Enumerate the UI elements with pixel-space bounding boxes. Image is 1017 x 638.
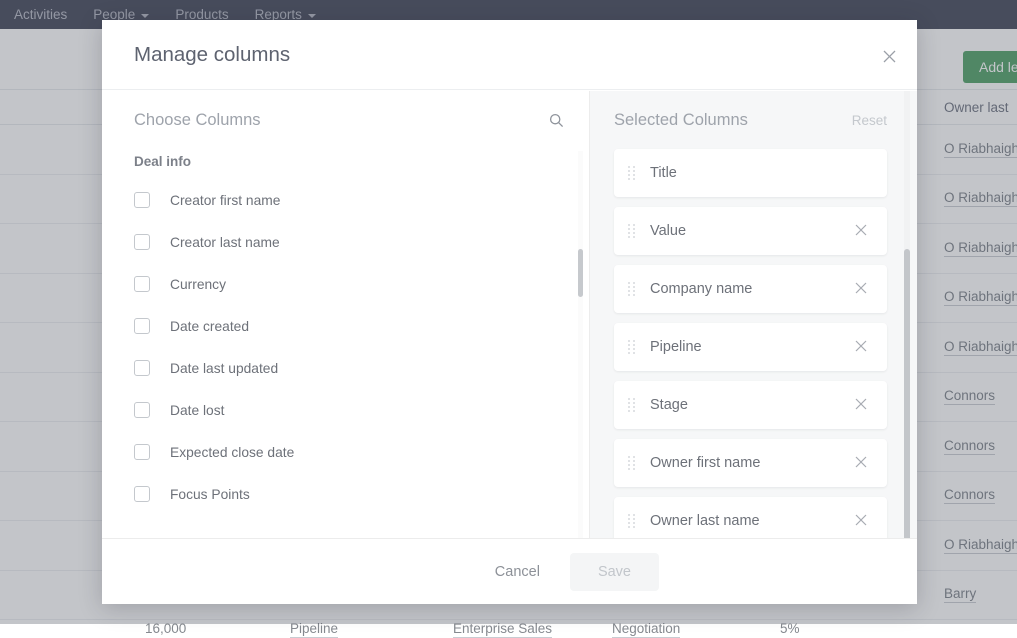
remove-column-icon[interactable] xyxy=(851,220,871,243)
close-icon-glyph xyxy=(883,50,896,63)
remove-column-icon-glyph xyxy=(855,224,867,236)
column-option-label: Date created xyxy=(170,319,249,334)
checkbox-date-last-updated[interactable] xyxy=(134,360,150,376)
manage-columns-dialog: Manage columns Choose Columns Deal info xyxy=(102,20,917,604)
remove-column-icon[interactable] xyxy=(851,336,871,359)
column-option-row[interactable]: Date created xyxy=(134,305,589,347)
column-option-label: Expected close date xyxy=(170,445,294,460)
selected-column-label: Owner first name xyxy=(650,455,851,471)
selected-column-item[interactable]: Stage xyxy=(614,381,887,429)
drag-handle-icon[interactable] xyxy=(628,456,636,470)
column-option-row[interactable]: Expected close date xyxy=(134,431,589,473)
selected-columns-panel: Selected Columns Reset Title Value Company… xyxy=(590,91,917,538)
selected-column-item[interactable]: Value xyxy=(614,207,887,255)
column-option-label: Currency xyxy=(170,277,226,292)
remove-column-icon-glyph xyxy=(855,456,867,468)
column-option-row[interactable]: Date lost xyxy=(134,389,589,431)
column-option-row[interactable]: Currency xyxy=(134,263,589,305)
cancel-button[interactable]: Cancel xyxy=(477,554,558,590)
choose-columns-header: Choose Columns xyxy=(102,91,589,149)
selected-column-label: Stage xyxy=(650,397,851,413)
drag-handle-icon[interactable] xyxy=(628,340,636,354)
selected-column-label: Pipeline xyxy=(650,339,851,355)
drag-handle-icon[interactable] xyxy=(628,224,636,238)
choose-columns-panel: Choose Columns Deal info Creator first n… xyxy=(102,91,590,538)
checkbox-date-created[interactable] xyxy=(134,318,150,334)
selected-column-label: Value xyxy=(650,223,851,239)
selected-columns-title: Selected Columns xyxy=(614,111,748,130)
selected-column-label: Company name xyxy=(650,281,851,297)
checkbox-focus-points[interactable] xyxy=(134,486,150,502)
selected-column-label: Owner last name xyxy=(650,513,851,529)
search-icon[interactable] xyxy=(543,107,569,133)
selected-column-item[interactable]: Owner first name xyxy=(614,439,887,487)
selected-columns-header: Selected Columns Reset xyxy=(590,91,917,149)
dialog-body: Choose Columns Deal info Creator first n… xyxy=(102,91,917,538)
drag-handle-icon[interactable] xyxy=(628,166,636,180)
column-option-row[interactable]: Focus Points xyxy=(134,473,589,515)
column-options-list: Creator first name Creator last name Curre… xyxy=(102,179,589,538)
checkbox-expected-close-date[interactable] xyxy=(134,444,150,460)
drag-handle-icon[interactable] xyxy=(628,282,636,296)
column-option-label: Date last updated xyxy=(170,361,278,376)
search-icon-glyph xyxy=(549,113,564,128)
dialog-header: Manage columns xyxy=(102,20,917,90)
selected-columns-scrollbar[interactable] xyxy=(904,91,910,538)
column-group-label: Deal info xyxy=(102,154,589,169)
checkbox-creator-first-name[interactable] xyxy=(134,192,150,208)
selected-column-item[interactable]: Company name xyxy=(614,265,887,313)
column-option-label: Creator last name xyxy=(170,235,280,250)
remove-column-icon-glyph xyxy=(855,398,867,410)
drag-handle-icon[interactable] xyxy=(628,398,636,412)
selected-column-item[interactable]: Pipeline xyxy=(614,323,887,371)
remove-column-icon-glyph xyxy=(855,514,867,526)
selected-columns-scrollbar-thumb[interactable] xyxy=(904,249,910,538)
selected-column-label: Title xyxy=(650,165,871,181)
dialog-footer: Cancel Save xyxy=(102,538,917,604)
choose-columns-title: Choose Columns xyxy=(134,111,261,130)
reset-button[interactable]: Reset xyxy=(852,113,887,128)
page-title: Manage columns xyxy=(134,43,290,67)
selected-column-item[interactable]: Title xyxy=(614,149,887,197)
column-option-label: Date lost xyxy=(170,403,224,418)
column-option-row[interactable]: Date last updated xyxy=(134,347,589,389)
selected-column-item[interactable]: Owner last name xyxy=(614,497,887,538)
column-option-row[interactable]: Creator first name xyxy=(134,179,589,221)
remove-column-icon-glyph xyxy=(855,340,867,352)
close-icon[interactable] xyxy=(875,42,903,70)
left-panel-scrollbar[interactable] xyxy=(578,151,583,538)
left-panel-scrollbar-thumb[interactable] xyxy=(578,249,583,297)
column-option-label: Focus Points xyxy=(170,487,250,502)
checkbox-date-lost[interactable] xyxy=(134,402,150,418)
checkbox-creator-last-name[interactable] xyxy=(134,234,150,250)
remove-column-icon[interactable] xyxy=(851,394,871,417)
checkbox-currency[interactable] xyxy=(134,276,150,292)
drag-handle-icon[interactable] xyxy=(628,514,636,528)
column-option-row[interactable]: Creator last name xyxy=(134,221,589,263)
save-button[interactable]: Save xyxy=(570,553,659,591)
remove-column-icon[interactable] xyxy=(851,510,871,533)
remove-column-icon[interactable] xyxy=(851,278,871,301)
remove-column-icon[interactable] xyxy=(851,452,871,475)
remove-column-icon-glyph xyxy=(855,282,867,294)
selected-columns-list: Title Value Company name Pipeline Stage Owner… xyxy=(590,149,917,538)
column-option-label: Creator first name xyxy=(170,193,280,208)
